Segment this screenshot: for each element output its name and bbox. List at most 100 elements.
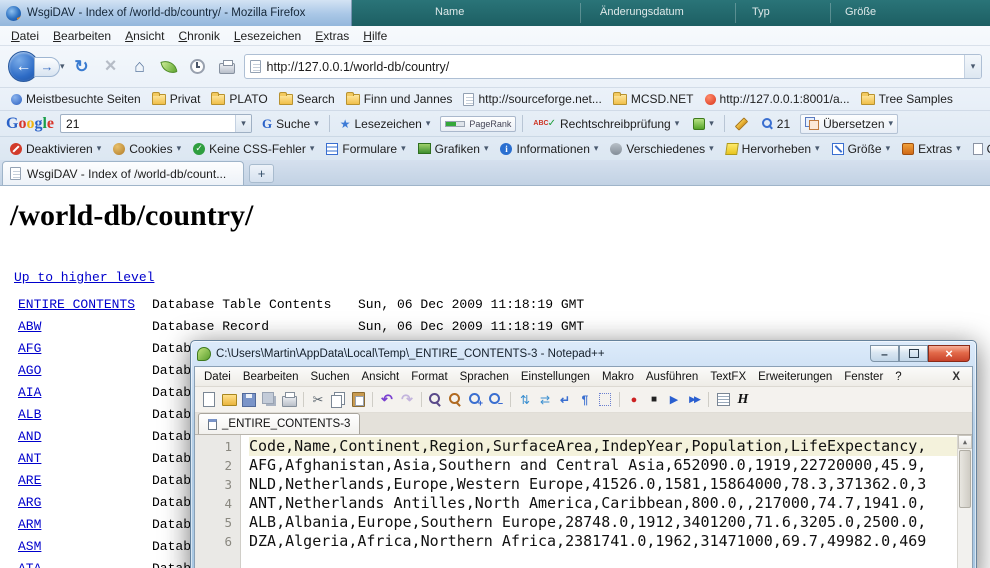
npp-menu-datei[interactable]: Datei — [198, 369, 237, 385]
save-all-icon[interactable] — [260, 391, 278, 408]
npp-menu-help[interactable]: ? — [889, 369, 907, 385]
webdev-forms[interactable]: Formulare — [320, 140, 411, 158]
menu-hilfe[interactable]: Hilfe — [356, 27, 394, 45]
show-all-characters-icon[interactable] — [576, 391, 594, 408]
entry-link[interactable]: AIA — [18, 383, 152, 405]
scrollbar-thumb[interactable] — [959, 450, 971, 508]
npp-menu-erweiterungen[interactable]: Erweiterungen — [752, 369, 838, 385]
sync-scroll-vertical-icon[interactable] — [516, 391, 534, 408]
entry-link[interactable]: AND — [18, 427, 152, 449]
menu-datei[interactable]: Datei — [4, 27, 46, 45]
npp-menu-makro[interactable]: Makro — [596, 369, 640, 385]
sync-scroll-horizontal-icon[interactable] — [536, 391, 554, 408]
bookmark-privat[interactable]: Privat — [147, 90, 206, 108]
tab-wsgidav[interactable]: WsgiDAV - Index of /world-db/count... — [2, 161, 244, 185]
menu-extras[interactable]: Extras — [308, 27, 356, 45]
explorer-column-modified[interactable]: Änderungsdatum — [600, 6, 684, 18]
entry-link[interactable]: ARE — [18, 471, 152, 493]
history-button[interactable] — [186, 54, 210, 80]
record-macro-icon[interactable] — [625, 391, 643, 408]
cut-icon[interactable] — [309, 391, 327, 408]
save-icon[interactable] — [240, 391, 258, 408]
menu-ansicht[interactable]: Ansicht — [118, 27, 171, 45]
npp-menu-suchen[interactable]: Suchen — [304, 369, 355, 385]
stop-button[interactable] — [99, 54, 123, 80]
print-icon[interactable] — [280, 391, 298, 408]
zoom-in-icon[interactable] — [467, 391, 485, 408]
close-document-x[interactable]: X — [943, 371, 969, 383]
npp-menu-einstellungen[interactable]: Einstellungen — [515, 369, 596, 385]
up-link[interactable]: Up to higher level — [14, 270, 154, 285]
entry-link[interactable]: ARM — [18, 515, 152, 537]
url-dropdown-button[interactable] — [964, 55, 981, 78]
menu-bearbeiten[interactable]: Bearbeiten — [46, 27, 118, 45]
word-wrap-icon[interactable] — [556, 391, 574, 408]
npp-menu-format[interactable]: Format — [405, 369, 453, 385]
forward-button[interactable] — [34, 57, 60, 77]
home-button[interactable] — [128, 54, 152, 80]
feed-button[interactable] — [157, 54, 181, 80]
entry-link[interactable]: ANT — [18, 449, 152, 471]
editor-scrollbar[interactable] — [957, 435, 972, 568]
back-forward-dropdown-icon[interactable] — [60, 61, 65, 72]
translate-button[interactable]: Übersetzen — [800, 114, 898, 134]
entry-link[interactable]: ALB — [18, 405, 152, 427]
indent-guide-icon[interactable] — [596, 391, 614, 408]
webdev-images[interactable]: Grafiken — [412, 140, 495, 158]
play-macro-icon[interactable] — [665, 391, 683, 408]
webdev-outline[interactable]: Hervorheben — [720, 140, 826, 158]
webdev-information[interactable]: Informationen — [494, 140, 604, 158]
npp-menu-bearbeiten[interactable]: Bearbeiten — [237, 369, 305, 385]
copy-icon[interactable] — [329, 391, 347, 408]
menu-lesezeichen[interactable]: Lesezeichen — [227, 27, 308, 45]
npp-menu-textfx[interactable]: TextFX — [704, 369, 752, 385]
editor-text-area[interactable]: Code,Name,Continent,Region,SurfaceArea,I… — [241, 435, 957, 568]
bookmark-localhost-8001[interactable]: http://127.0.0.1:8001/a... — [700, 90, 855, 108]
google-search-dropdown[interactable] — [235, 115, 251, 132]
notepad-titlebar[interactable]: C:\Users\Martin\AppData\Local\Temp\_ENTI… — [194, 341, 973, 366]
google-search-box[interactable]: 21 — [60, 114, 252, 133]
highlight-term-button[interactable]: 21 — [758, 115, 794, 133]
entry-link[interactable]: ENTIRE CONTENTS — [18, 295, 152, 317]
pagerank-indicator[interactable]: PageRank — [440, 116, 516, 132]
webdev-css[interactable]: Keine CSS-Fehler — [187, 140, 320, 158]
entry-link[interactable]: AGO — [18, 361, 152, 383]
explorer-column-size[interactable]: Größe — [845, 6, 876, 18]
entry-link[interactable]: ASM — [18, 537, 152, 559]
webdev-cookies[interactable]: Cookies — [107, 140, 187, 158]
google-bookmarks-button[interactable]: Lesezeichen — [336, 115, 435, 133]
close-button[interactable] — [928, 345, 970, 362]
zoom-out-icon[interactable] — [487, 391, 505, 408]
maximize-button[interactable] — [899, 345, 928, 362]
npp-menu-ansicht[interactable]: Ansicht — [356, 369, 406, 385]
reload-button[interactable] — [70, 54, 94, 80]
entry-link[interactable]: ARG — [18, 493, 152, 515]
url-bar[interactable]: http://127.0.0.1/world-db/country/ — [244, 54, 982, 79]
entry-link[interactable]: ABW — [18, 317, 152, 339]
bookmark-sourceforge[interactable]: http://sourceforge.net... — [458, 90, 606, 108]
replace-icon[interactable] — [447, 391, 465, 408]
edit-button[interactable] — [731, 115, 752, 132]
google-search-button[interactable]: Suche — [258, 114, 323, 134]
explorer-column-name[interactable]: Name — [435, 6, 464, 18]
entry-link[interactable]: ATA — [18, 559, 152, 568]
run-macro-multiple-icon[interactable] — [685, 391, 703, 408]
html-preview-icon[interactable] — [734, 391, 752, 408]
npp-menu-ausfuehren[interactable]: Ausführen — [640, 369, 704, 385]
bookmark-search[interactable]: Search — [274, 90, 340, 108]
menu-chronik[interactable]: Chronik — [171, 27, 226, 45]
scroll-up-icon[interactable] — [958, 435, 972, 449]
webdev-view-source[interactable]: Quelltext — [967, 140, 990, 158]
open-file-icon[interactable] — [220, 391, 238, 408]
webdev-miscellaneous[interactable]: Verschiedenes — [604, 140, 719, 158]
notepad-tab[interactable]: _ENTIRE_CONTENTS-3 — [198, 413, 360, 434]
print-button[interactable] — [215, 54, 239, 80]
firefox-titlebar[interactable]: WsgiDAV - Index of /world-db/country/ - … — [0, 0, 352, 26]
npp-menu-sprachen[interactable]: Sprachen — [454, 369, 515, 385]
new-file-icon[interactable] — [200, 391, 218, 408]
doc-switcher-icon[interactable] — [714, 391, 732, 408]
bookmark-tree-samples[interactable]: Tree Samples — [856, 90, 958, 108]
redo-icon[interactable] — [398, 391, 416, 408]
bookmark-finn-und-jannes[interactable]: Finn und Jannes — [341, 90, 458, 108]
undo-icon[interactable] — [378, 391, 396, 408]
